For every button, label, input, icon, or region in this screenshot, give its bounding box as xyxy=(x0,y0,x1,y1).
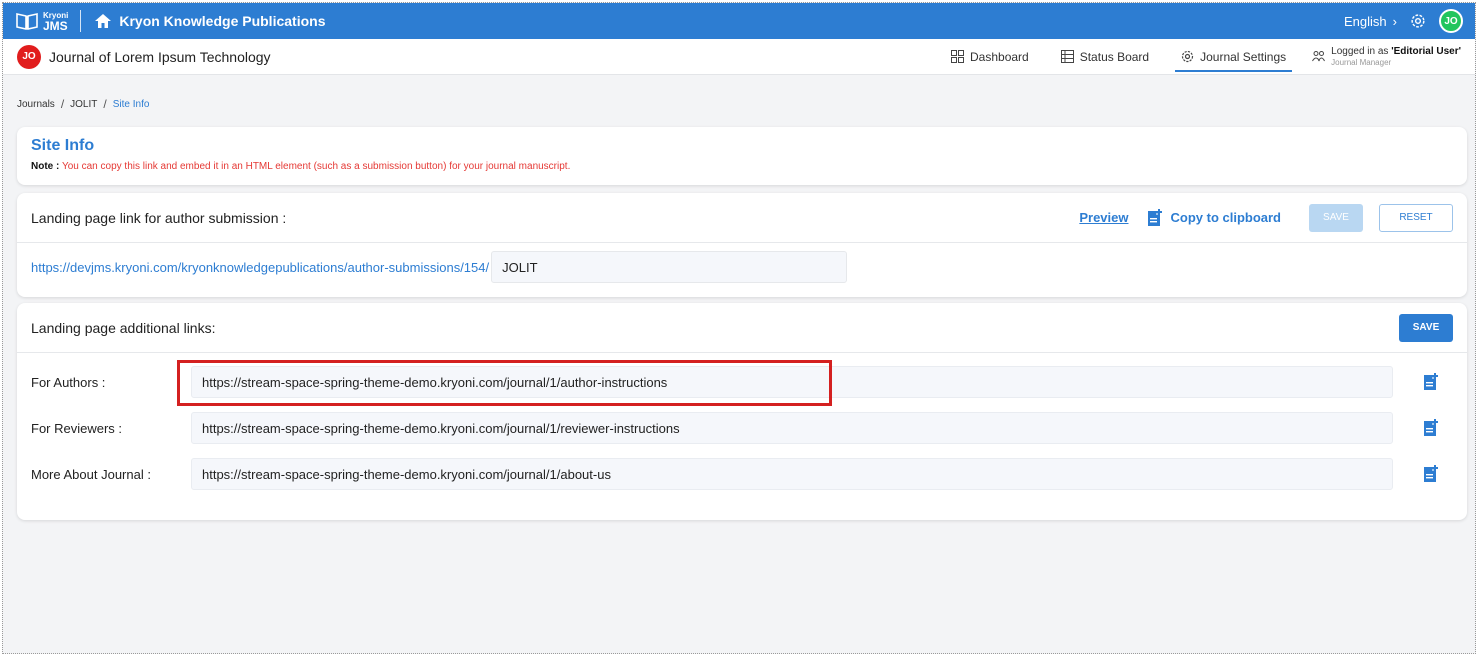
logged-in-user-name: 'Editorial User' xyxy=(1391,45,1461,57)
for-reviewers-label: For Reviewers : xyxy=(31,420,123,436)
more-about-journal-input[interactable] xyxy=(191,458,1393,490)
chevron-right-icon: › xyxy=(1392,13,1397,29)
breadcrumb-jolit[interactable]: JOLIT xyxy=(70,99,97,110)
link-row-reviewers: For Reviewers : xyxy=(17,405,1467,451)
users-icon xyxy=(1312,51,1326,62)
user-role: Journal Manager xyxy=(1331,57,1392,67)
more-about-journal-label: More About Journal : xyxy=(31,466,151,482)
journal-avatar: JO xyxy=(17,44,41,69)
landing-link-header: Landing page link for author submission … xyxy=(17,193,1467,243)
home-icon xyxy=(95,14,112,28)
journal-title[interactable]: Journal of Lorem Ipsum Technology xyxy=(49,49,271,65)
breadcrumb-separator: / xyxy=(103,97,107,111)
note-label: Note : xyxy=(31,161,60,172)
copy-file-icon[interactable] xyxy=(1423,419,1439,437)
breadcrumb: Journals / JOLIT / Site Info xyxy=(17,97,149,111)
settings-icon xyxy=(1181,50,1194,63)
user-avatar[interactable]: JO xyxy=(1439,9,1463,33)
language-label: English xyxy=(1344,13,1387,29)
breadcrumb-separator: / xyxy=(60,97,65,111)
gear-icon[interactable] xyxy=(1409,12,1427,30)
page-title: Site Info xyxy=(31,137,95,154)
landing-slug-input[interactable] xyxy=(491,251,848,283)
logo-big-text: JMS xyxy=(43,19,68,33)
additional-save-button[interactable]: SAVE xyxy=(1399,313,1453,342)
landing-link-card: Landing page link for author submission … xyxy=(17,193,1467,297)
brand-divider xyxy=(80,10,82,32)
top-bar: Kryoni JMS Kryon Knowledge Publications … xyxy=(3,3,1475,39)
breadcrumb-journals[interactable]: Journals xyxy=(17,99,55,110)
additional-links-card: Landing page additional links: SAVE For … xyxy=(17,303,1467,520)
copy-to-clipboard-button[interactable]: Copy to clipboard xyxy=(1147,208,1282,227)
logged-in-prefix: Logged in as xyxy=(1331,45,1392,57)
nav-dashboard[interactable]: Dashboard xyxy=(935,39,1045,74)
breadcrumb-site-info: Site Info xyxy=(112,98,150,110)
link-row-authors: For Authors : xyxy=(17,359,1467,405)
site-info-card: Site Info Note : You can copy this link … xyxy=(17,127,1467,185)
grid-icon xyxy=(951,50,964,63)
status-board-icon xyxy=(1060,50,1074,63)
book-logo-icon xyxy=(16,13,38,30)
main-nav: Dashboard Status Board Journal Settings xyxy=(935,39,1461,74)
logged-in-user[interactable]: Logged in as 'Editorial User' Journal Ma… xyxy=(1302,46,1461,68)
language-selector[interactable]: English › xyxy=(1344,14,1397,29)
logged-in-text: Logged in as 'Editorial User' xyxy=(1331,46,1461,57)
kryoni-jms-logo[interactable]: Kryoni JMS xyxy=(15,11,68,33)
copy-file-icon[interactable] xyxy=(1423,465,1439,483)
landing-url-prefix: https://devjms.kryoni.com/kryonknowledge… xyxy=(31,259,490,275)
for-authors-label: For Authors : xyxy=(31,374,106,390)
preview-link[interactable]: Preview xyxy=(1079,210,1128,225)
landing-save-button[interactable]: SAVE xyxy=(1309,203,1363,232)
landing-reset-button[interactable]: RESET xyxy=(1379,203,1453,232)
nav-journal-settings-label: Journal Settings xyxy=(1200,49,1287,64)
copy-to-clipboard-label: Copy to clipboard xyxy=(1170,210,1282,225)
landing-link-title: Landing page link for author submission … xyxy=(31,209,287,226)
site-info-note: Note : You can copy this link and embed … xyxy=(31,161,1453,172)
copy-file-icon xyxy=(1147,208,1162,226)
copy-file-icon[interactable] xyxy=(1423,373,1439,391)
for-authors-input[interactable] xyxy=(191,366,1393,398)
for-reviewers-input[interactable] xyxy=(191,412,1393,444)
nav-dashboard-label: Dashboard xyxy=(970,49,1029,64)
nav-status-board-label: Status Board xyxy=(1079,49,1150,64)
nav-status-board[interactable]: Status Board xyxy=(1045,39,1165,74)
landing-link-row: https://devjms.kryoni.com/kryonknowledge… xyxy=(17,243,1467,291)
journal-bar: JO Journal of Lorem Ipsum Technology Das… xyxy=(3,39,1475,75)
publication-name[interactable]: Kryon Knowledge Publications xyxy=(119,13,325,29)
link-row-about: More About Journal : xyxy=(17,451,1467,497)
additional-links-title: Landing page additional links: xyxy=(31,319,216,336)
nav-journal-settings[interactable]: Journal Settings xyxy=(1165,39,1302,74)
note-text: You can copy this link and embed it in a… xyxy=(61,161,571,172)
additional-links-header: Landing page additional links: SAVE xyxy=(17,303,1467,353)
app-frame: Kryoni JMS Kryon Knowledge Publications … xyxy=(2,2,1476,654)
